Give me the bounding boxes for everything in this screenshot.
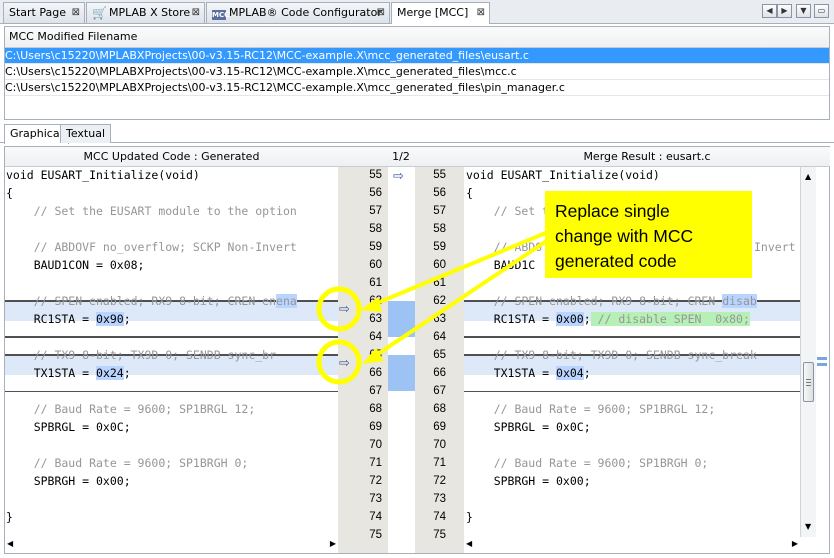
highlight-circle [316, 339, 362, 385]
annotation-callout: Replace single change with MCC generated… [545, 191, 752, 278]
annotation-overlay [316, 230, 550, 385]
annotation-line: generated code [555, 251, 677, 271]
annotation-arrows [360, 230, 550, 364]
annotation-line: change with MCC [555, 226, 694, 246]
annotation-line: Replace single [555, 201, 670, 221]
highlight-circle [316, 286, 362, 332]
